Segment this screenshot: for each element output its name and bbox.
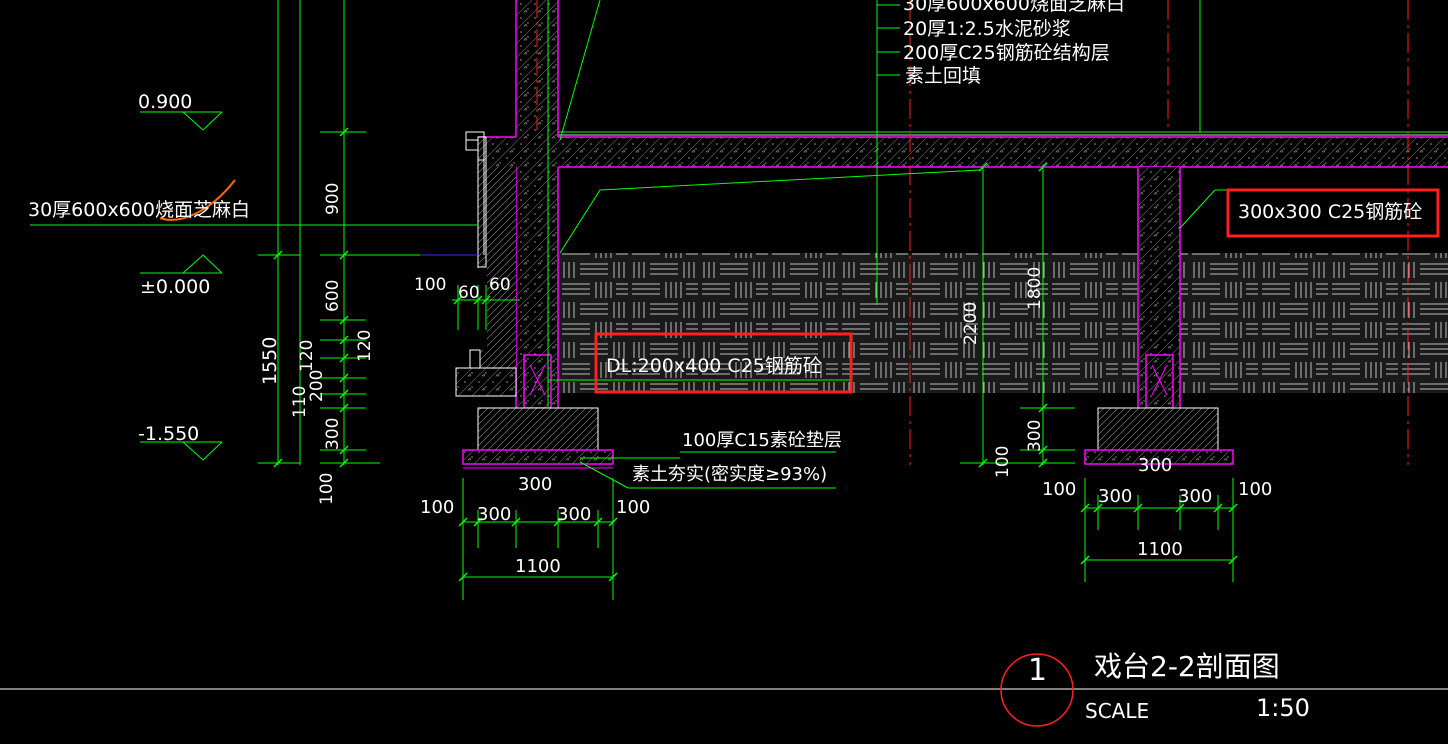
dim-300-left: 300 <box>323 418 343 450</box>
layer-2-text: 20厚1:2.5水泥砂浆 <box>903 18 1071 40</box>
footing-right-300a: 300 <box>1098 486 1132 507</box>
elevation-bottom: -1.550 <box>138 423 199 445</box>
dim-100-left: 100 <box>317 473 337 505</box>
footing-left-300b: 300 <box>557 504 591 525</box>
section-drawing: 30厚600x600烧面芝麻白 20厚1:2.5水泥砂浆 200厚C25钢筋砼结… <box>0 0 1448 727</box>
footing-right-1100: 1100 <box>1137 539 1183 560</box>
footing-left-1100: 1100 <box>515 556 561 577</box>
footing-right-100b: 100 <box>1238 479 1272 500</box>
footing-left-300a: 300 <box>477 504 511 525</box>
layer-1-text: 30厚600x600烧面芝麻白 <box>903 0 1125 15</box>
beam-note: DL:200x400 C25钢筋砼 <box>606 355 822 377</box>
soil-note: 素土夯实(密实度≥93%) <box>632 464 827 485</box>
elevation-top: 0.900 <box>138 91 192 113</box>
scale-value: 1:50 <box>1256 694 1310 722</box>
layer-4-text: 素土回填 <box>905 65 981 87</box>
retaining-wall <box>455 0 559 409</box>
footing-right-100a: 100 <box>1042 479 1076 500</box>
footing-left <box>462 407 614 469</box>
dim-1550: 1550 <box>259 337 281 385</box>
footing-left-100a: 100 <box>420 497 454 518</box>
dim-wall-60a: 60 <box>458 283 480 303</box>
scale-label: SCALE <box>1085 699 1149 723</box>
cushion-note: 100厚C15素砼垫层 <box>682 430 842 451</box>
drawing-title: 戏台2-2剖面图 <box>1094 650 1280 683</box>
dim-wall-60b: 60 <box>489 275 511 295</box>
footing-left-top-300: 300 <box>518 474 552 495</box>
paving-note: 30厚600x600烧面芝麻白 <box>28 199 250 221</box>
dim-2200: 2200 <box>961 302 981 345</box>
section-number: 1 <box>1028 653 1047 688</box>
dim-120-right: 120 <box>355 330 375 362</box>
dim-300-mid: 300 <box>1025 420 1045 452</box>
elevation-zero: ±0.000 <box>140 276 210 298</box>
dim-900: 900 <box>323 183 343 215</box>
floor-slab <box>478 131 1448 168</box>
dim-wall-100: 100 <box>414 275 446 295</box>
dim-200: 200 <box>307 370 327 402</box>
dim-1800: 1800 <box>1025 267 1045 310</box>
dim-100-mid: 100 <box>993 446 1013 478</box>
layer-3-text: 200厚C25钢筋砼结构层 <box>903 42 1110 64</box>
footing-right-300b: 300 <box>1178 486 1212 507</box>
dim-120-left: 120 <box>297 340 317 372</box>
footing-right-top-300: 300 <box>1138 455 1172 476</box>
dim-600: 600 <box>323 280 343 312</box>
dim-110: 110 <box>290 386 310 418</box>
footing-left-100b: 100 <box>616 497 650 518</box>
column-note: 300x300 C25钢筋砼 <box>1238 201 1422 223</box>
